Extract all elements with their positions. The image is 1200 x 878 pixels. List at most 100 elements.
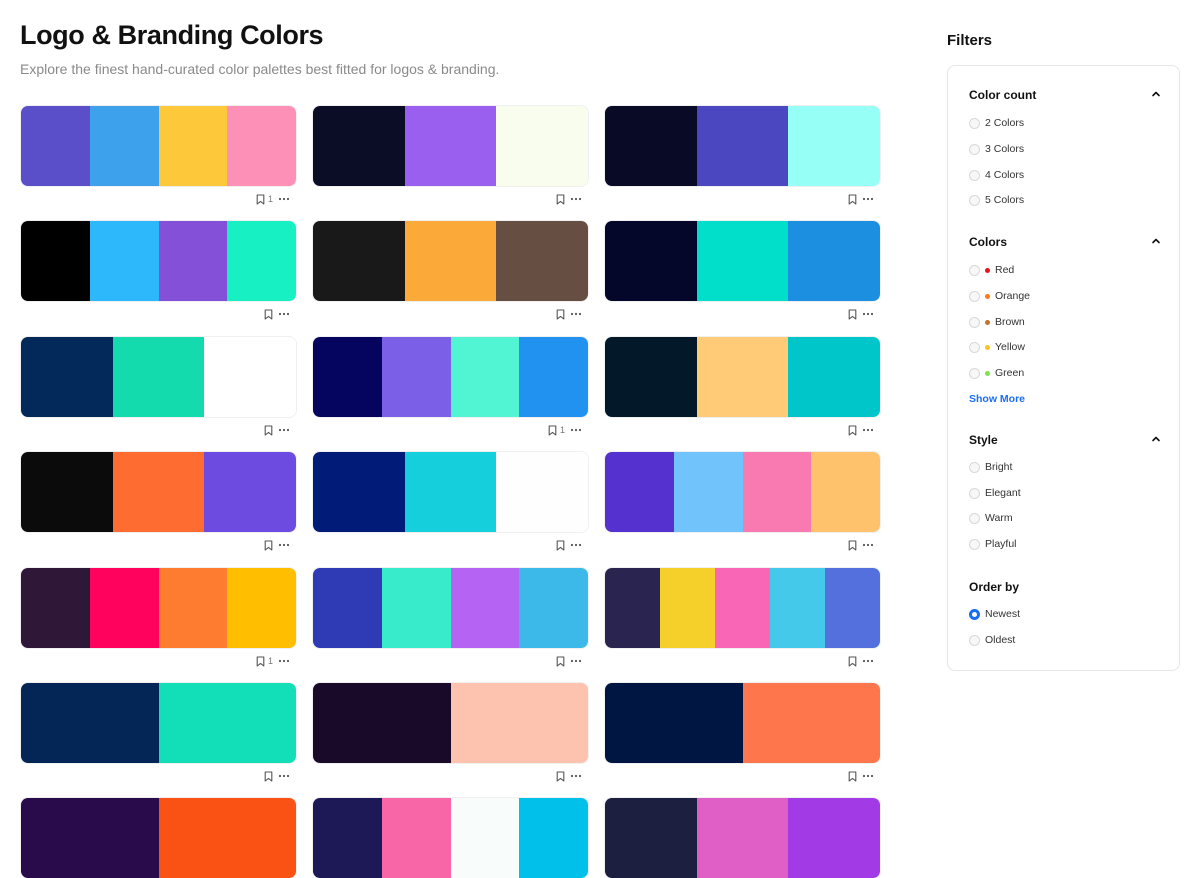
bookmark-button[interactable] — [848, 538, 857, 552]
ellipsis-icon[interactable] — [862, 659, 874, 663]
more-options-button[interactable] — [861, 538, 875, 552]
color-swatch[interactable] — [450, 683, 588, 763]
bookmark-icon[interactable] — [848, 193, 857, 205]
filter-option-elegant[interactable]: Elegant — [969, 486, 1021, 500]
filter-option-green[interactable]: Green — [969, 366, 1024, 380]
palette-card[interactable] — [604, 682, 881, 782]
ellipsis-icon[interactable] — [570, 312, 582, 316]
bookmark-icon[interactable] — [256, 193, 265, 205]
color-swatch[interactable] — [313, 452, 405, 532]
more-options-button[interactable] — [861, 192, 875, 206]
more-options-button[interactable] — [277, 654, 291, 668]
color-swatch[interactable] — [313, 337, 382, 417]
bookmark-button[interactable] — [264, 423, 273, 437]
bookmark-icon[interactable] — [548, 424, 557, 436]
color-swatch[interactable] — [660, 568, 715, 648]
filter-option-brown[interactable]: Brown — [969, 315, 1025, 329]
more-options-button[interactable] — [861, 654, 875, 668]
palette-card[interactable] — [604, 336, 881, 436]
color-swatch[interactable] — [450, 568, 520, 648]
color-swatch[interactable] — [496, 106, 588, 186]
palette-swatches[interactable] — [604, 336, 881, 418]
checkbox[interactable] — [969, 143, 980, 155]
ellipsis-icon[interactable] — [862, 428, 874, 432]
style-header[interactable]: Style — [969, 432, 1161, 448]
filter-option-warm[interactable]: Warm — [969, 511, 1013, 525]
filter-option-playful[interactable]: Playful — [969, 537, 1017, 551]
bookmark-icon[interactable] — [264, 539, 273, 551]
bookmark-icon[interactable] — [264, 308, 273, 320]
color-swatch[interactable] — [404, 106, 497, 186]
ellipsis-icon[interactable] — [862, 197, 874, 201]
palette-card[interactable] — [604, 451, 881, 551]
palette-card[interactable] — [312, 567, 589, 667]
palette-swatches[interactable] — [20, 682, 297, 764]
ellipsis-icon[interactable] — [278, 197, 290, 201]
filter-option-2-colors[interactable]: 2 Colors — [969, 116, 1024, 130]
palette-card[interactable]: 1 — [20, 567, 297, 667]
ellipsis-icon[interactable] — [862, 543, 874, 547]
color-swatch[interactable] — [605, 568, 660, 648]
ellipsis-icon[interactable] — [570, 774, 582, 778]
palette-swatches[interactable] — [312, 336, 589, 418]
palette-card[interactable]: 1 — [312, 336, 589, 436]
checkbox[interactable] — [969, 461, 980, 473]
bookmark-icon[interactable] — [264, 770, 273, 782]
color-swatch[interactable] — [696, 106, 789, 186]
palette-card[interactable] — [604, 797, 881, 878]
palette-card[interactable] — [20, 451, 297, 551]
palette-swatches[interactable] — [604, 451, 881, 533]
bookmark-icon[interactable] — [556, 539, 565, 551]
bookmark-icon[interactable] — [556, 770, 565, 782]
ellipsis-icon[interactable] — [570, 543, 582, 547]
palette-card[interactable] — [20, 220, 297, 320]
chevron-up-icon[interactable] — [1151, 86, 1161, 104]
checkbox[interactable] — [969, 367, 980, 379]
bookmark-button[interactable]: 1 — [548, 423, 565, 437]
checkbox[interactable] — [969, 290, 980, 302]
more-options-button[interactable] — [569, 192, 583, 206]
bookmark-icon[interactable] — [556, 655, 565, 667]
color-swatch[interactable] — [89, 221, 159, 301]
palette-swatches[interactable] — [312, 451, 589, 533]
more-options-button[interactable] — [277, 307, 291, 321]
bookmark-icon[interactable] — [556, 193, 565, 205]
palette-card[interactable] — [312, 797, 589, 878]
bookmark-button[interactable] — [848, 423, 857, 437]
ellipsis-icon[interactable] — [278, 543, 290, 547]
palette-card[interactable]: 1 — [20, 105, 297, 205]
color-swatch[interactable] — [21, 221, 90, 301]
color-swatch[interactable] — [21, 798, 159, 878]
bookmark-button[interactable] — [556, 769, 565, 783]
bookmark-icon[interactable] — [848, 539, 857, 551]
bookmark-icon[interactable] — [848, 308, 857, 320]
more-options-button[interactable] — [277, 769, 291, 783]
color-swatch[interactable] — [381, 568, 451, 648]
bookmark-icon[interactable] — [848, 655, 857, 667]
color-swatch[interactable] — [696, 337, 789, 417]
palette-swatches[interactable] — [20, 451, 297, 533]
color-swatch[interactable] — [519, 337, 588, 417]
color-swatch[interactable] — [313, 568, 382, 648]
more-options-button[interactable] — [569, 307, 583, 321]
color-swatch[interactable] — [404, 221, 497, 301]
checkbox[interactable] — [969, 341, 980, 353]
color-swatch[interactable] — [112, 337, 205, 417]
color-swatch[interactable] — [605, 337, 697, 417]
checkbox[interactable] — [969, 169, 980, 181]
palette-swatches[interactable] — [312, 682, 589, 764]
color-swatch[interactable] — [742, 452, 812, 532]
more-options-button[interactable] — [569, 654, 583, 668]
checkbox[interactable] — [969, 512, 980, 524]
filter-option-5-colors[interactable]: 5 Colors — [969, 193, 1024, 207]
color-swatch[interactable] — [811, 452, 880, 532]
color-swatch[interactable] — [496, 221, 588, 301]
palette-card[interactable] — [604, 220, 881, 320]
colors-header[interactable]: Colors — [969, 234, 1161, 250]
ellipsis-icon[interactable] — [862, 774, 874, 778]
palette-swatches[interactable] — [604, 797, 881, 878]
show-more-link[interactable]: Show More — [969, 393, 1025, 405]
color-count-header[interactable]: Color count — [969, 87, 1161, 103]
more-options-button[interactable] — [861, 307, 875, 321]
color-swatch[interactable] — [696, 798, 789, 878]
